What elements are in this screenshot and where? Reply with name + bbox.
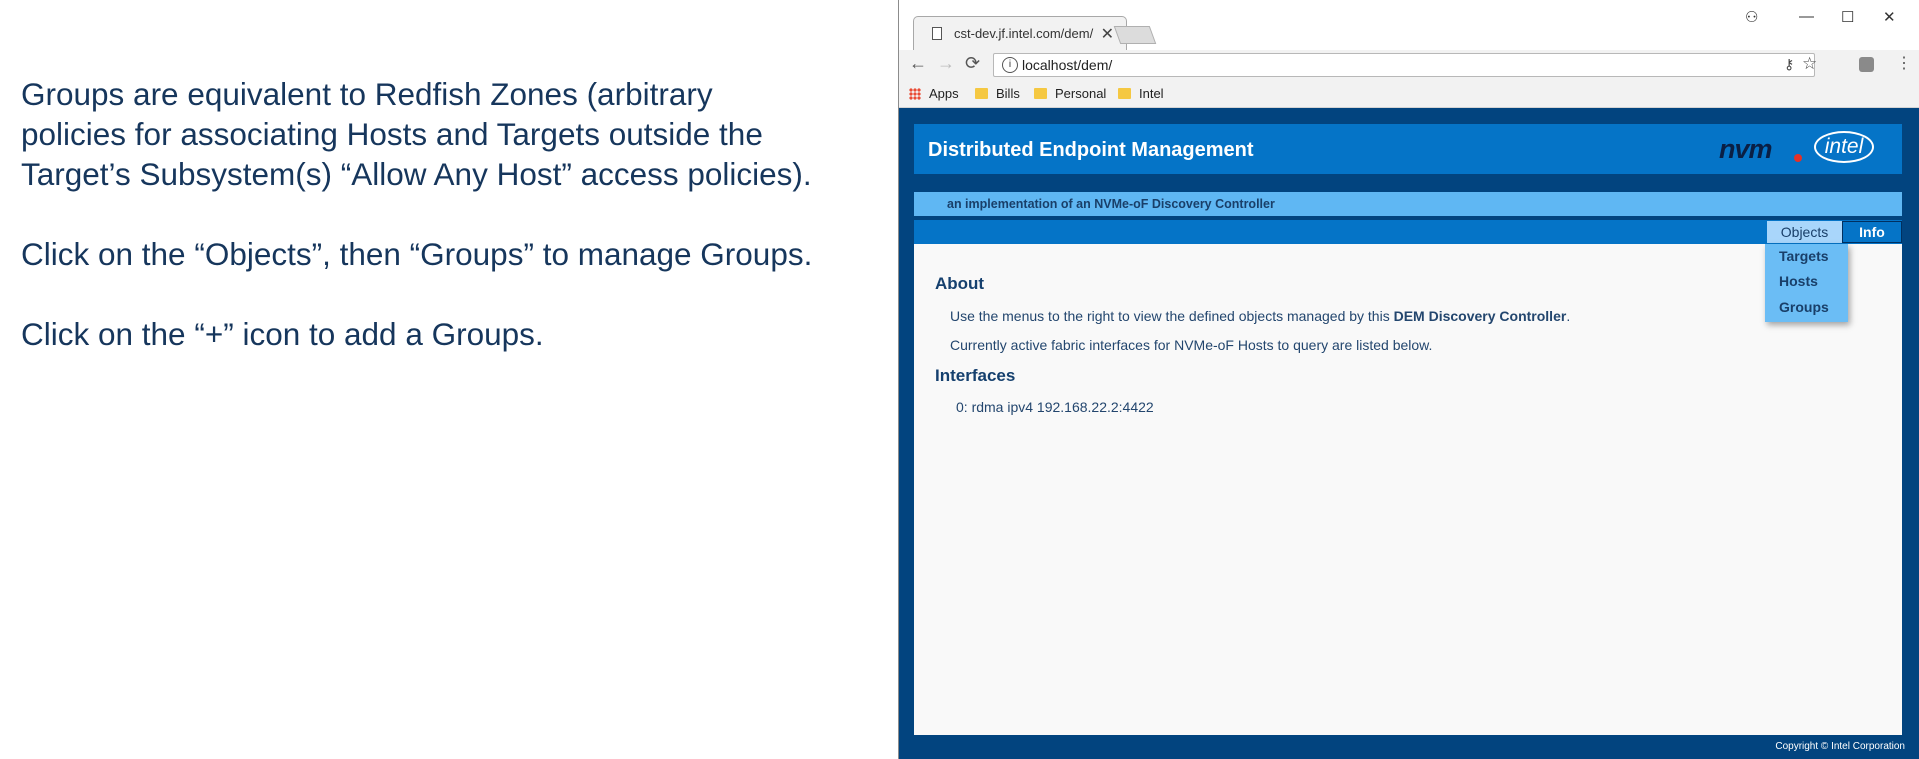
back-icon[interactable]: ← [909, 53, 927, 74]
dropdown-item-targets[interactable]: Targets [1779, 248, 1829, 264]
site-info-icon[interactable]: i [1002, 57, 1018, 73]
interface-item: 0: rdma ipv4 192.168.22.2:4422 [956, 399, 1154, 415]
bookmark-intel[interactable]: Intel [1118, 86, 1164, 101]
add-group-instruction: Click on the “+” icon to add a Groups. [21, 316, 544, 352]
about-text: Use the menus to the right to view the d… [950, 308, 1571, 324]
interfaces-intro-text: Currently active fabric interfaces for N… [950, 337, 1433, 353]
app-header: Distributed Endpoint Management nvm inte… [914, 124, 1902, 174]
groups-description: Groups are equivalent to Redfish Zones (… [21, 76, 812, 192]
minimize-button[interactable]: — [1799, 8, 1814, 25]
bookmark-personal[interactable]: Personal [1034, 86, 1106, 101]
browser-window: cst-dev.jf.intel.com/dem/ ✕ ⚇ — ☐ ✕ ← → … [898, 0, 1919, 759]
extension-icon[interactable] [1859, 57, 1874, 72]
menu-objects[interactable]: Objects [1767, 221, 1842, 243]
nvme-logo-dot [1794, 154, 1802, 162]
forward-icon[interactable]: → [937, 53, 955, 74]
intel-logo: intel [1814, 131, 1874, 163]
tab-title: cst-dev.jf.intel.com/dem/ [954, 26, 1094, 41]
dropdown-item-groups[interactable]: Groups [1779, 299, 1829, 315]
dropdown-item-hosts[interactable]: Hosts [1779, 273, 1818, 289]
apps-grid-icon [909, 87, 921, 100]
user-icon[interactable]: ⚇ [1745, 8, 1758, 26]
bookmark-apps[interactable]: Apps [909, 86, 959, 101]
folder-icon [1118, 88, 1131, 99]
title-bar: cst-dev.jf.intel.com/dem/ ✕ ⚇ — ☐ ✕ [899, 0, 1919, 50]
about-heading: About [935, 274, 985, 293]
address-bar[interactable]: i localhost/dem/ ⚷ ☆ [993, 53, 1817, 77]
folder-icon [975, 88, 988, 99]
reload-icon[interactable]: ⟳ [965, 53, 980, 74]
maximize-button[interactable]: ☐ [1841, 8, 1854, 26]
browser-tab[interactable]: cst-dev.jf.intel.com/dem/ ✕ [913, 16, 1127, 50]
objects-dropdown-menu: Targets Hosts Groups [1765, 244, 1848, 322]
new-tab-button[interactable] [1113, 26, 1157, 44]
interfaces-heading: Interfaces [935, 366, 1016, 385]
app-title: Distributed Endpoint Management [928, 139, 1254, 161]
copyright-footer: Copyright © Intel Corporation [1775, 741, 1905, 752]
nvme-logo: nvm [1719, 134, 1773, 164]
objects-groups-instruction: Click on the “Objects”, then “Groups” to… [21, 236, 813, 272]
web-page: Distributed Endpoint Management nvm inte… [899, 108, 1919, 759]
browser-menu-icon[interactable]: ⋮ [1896, 53, 1912, 73]
menu-info[interactable]: Info [1842, 221, 1902, 243]
bookmarks-bar: Apps Bills Personal Intel [899, 80, 1919, 108]
page-icon [932, 27, 942, 40]
key-icon[interactable]: ⚷ [1784, 56, 1794, 73]
close-window-button[interactable]: ✕ [1883, 8, 1896, 26]
tab-close-icon[interactable]: ✕ [1101, 24, 1114, 44]
bookmark-star-icon[interactable]: ☆ [1802, 54, 1817, 74]
bookmark-bills[interactable]: Bills [975, 86, 1020, 101]
app-subtitle: an implementation of an NVMe-oF Discover… [947, 197, 1275, 211]
folder-icon [1034, 88, 1047, 99]
main-panel: About Use the menus to the right to view… [914, 244, 1902, 735]
url-text: localhost/dem/ [1022, 57, 1113, 73]
browser-toolbar: ← → ⟳ i localhost/dem/ ⚷ ☆ ⋮ [899, 50, 1919, 80]
instruction-text: Groups are equivalent to Redfish Zones (… [21, 74, 861, 354]
menu-bar: Objects Info [914, 220, 1902, 244]
subtitle-bar: an implementation of an NVMe-oF Discover… [914, 192, 1902, 216]
